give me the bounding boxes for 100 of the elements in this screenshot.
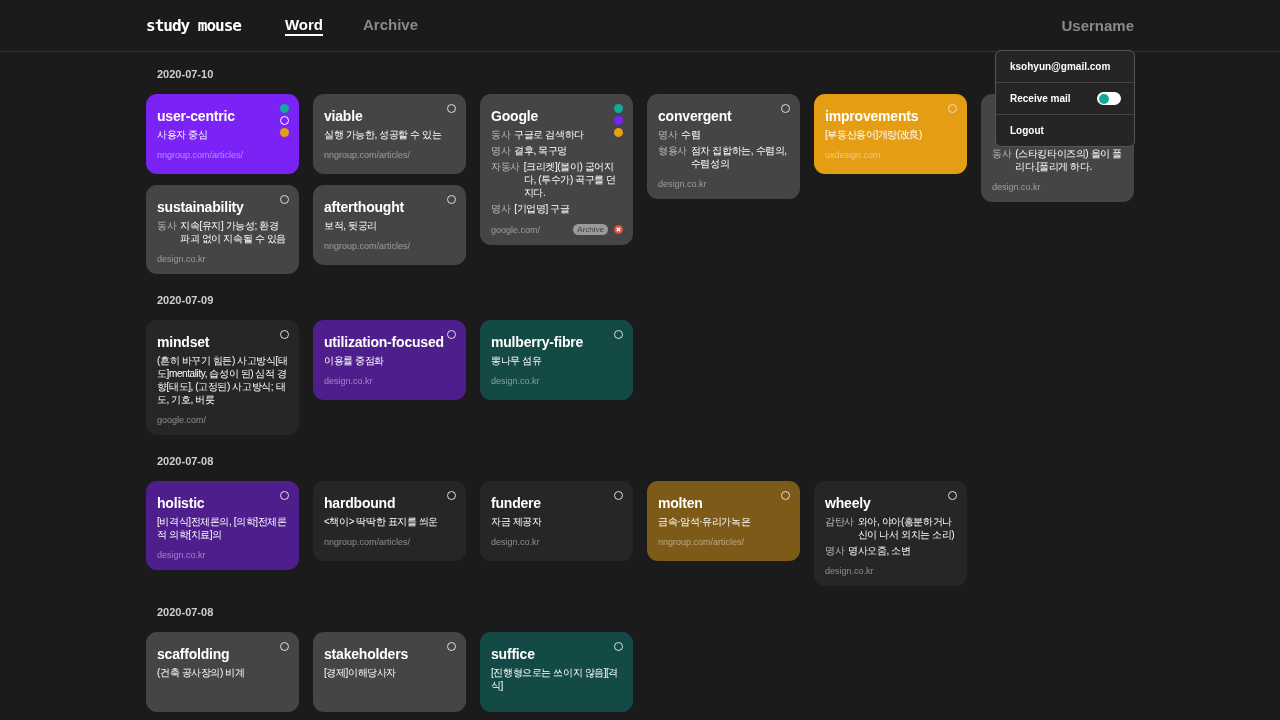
- word-card[interactable]: scaffolding (건축 공사장의) 비계: [146, 632, 299, 712]
- definition: 실행 가능한, 성공할 수 있는: [324, 128, 442, 141]
- definition: (건축 공사장의) 비계: [157, 666, 245, 679]
- part-of-speech: 감탄사: [825, 515, 854, 529]
- word-card[interactable]: hardbound <책이> 딱딱한 표지를 씌운 nngroup.com/articles/: [313, 481, 466, 561]
- source-link: nngroup.com/articles/: [324, 241, 411, 251]
- word-card[interactable]: viable 실행 가능한, 성공할 수 있는 nngroup.com/articles/: [313, 94, 466, 174]
- color-dot[interactable]: [614, 104, 623, 113]
- word-card[interactable]: convergent 명사 수렴 형용사 점차 집합하는, 수렴의, 수렴성의 design.co.kr: [647, 94, 800, 199]
- word-card[interactable]: wheely 감탄사 와아, 야아(흥분하거나 신이 나서 외치는 소리) 명사 명사오줌, 소변 design.co.kr: [814, 481, 967, 586]
- definition: [비격식]전체론의, [의학]전체론적 의학[치료]의: [157, 515, 288, 541]
- definition: [경제]이해당사자: [324, 666, 396, 679]
- definition: [크리켓](볼이) 굽어지다, (투수가) 곡구를 던지다.: [523, 160, 617, 199]
- definition: 점차 집합하는, 수렴의, 수렴성의: [690, 144, 788, 170]
- source-link: design.co.kr: [324, 376, 373, 386]
- part-of-speech: 자동사: [491, 160, 520, 174]
- source-link: design.co.kr: [157, 550, 206, 560]
- delete-icon[interactable]: [614, 225, 623, 234]
- logout-link[interactable]: Logout: [1010, 125, 1044, 136]
- definition: 이용률 중점화: [324, 354, 384, 367]
- word-title: stakeholders: [324, 646, 408, 662]
- word-title: mindset: [157, 334, 210, 350]
- word-title: hardbound: [324, 495, 396, 511]
- definition: 사용자 중심: [157, 128, 208, 141]
- color-dot[interactable]: [280, 116, 289, 125]
- source-link: design.co.kr: [491, 537, 540, 547]
- word-card[interactable]: suffice [진행형으로는 쓰이지 않음][격식]: [480, 632, 633, 712]
- word-card[interactable]: user-centric 사용자 중심 nngroup.com/articles/: [146, 94, 299, 174]
- receive-mail-toggle[interactable]: [1097, 92, 1121, 105]
- definition: 금속·암석·유리가녹은: [658, 515, 751, 528]
- definition: 와아, 야아(흥분하거나 신이 나서 외치는 소리): [857, 515, 956, 541]
- definition: 자금 제공자: [491, 515, 542, 528]
- definition: 명사오줌, 소변: [848, 544, 911, 557]
- word-card[interactable]: Google 동사 구글로 검색하다 명사 결후, 목구멍 자동사 [크리켓](볼이) 굽어지다, (투수가) 곡구를 던지다. 명사 [기업명] 구글 google.com/ Archive: [480, 94, 633, 245]
- color-dot[interactable]: [280, 104, 289, 113]
- user-email: ksohyun@gmail.com: [1010, 61, 1111, 72]
- word-title: Google: [491, 108, 539, 124]
- color-dot[interactable]: [614, 116, 623, 125]
- word-card[interactable]: mulberry-fibre 뽕나무 섬유 design.co.kr: [480, 320, 633, 400]
- source-link: google.com/: [157, 415, 207, 425]
- part-of-speech: 동사: [157, 219, 177, 233]
- definition: 결후, 목구멍: [514, 144, 567, 157]
- word-title: fundere: [491, 495, 541, 511]
- word-title: mulberry-fibre: [491, 334, 584, 350]
- date-heading: 2020-07-10: [157, 68, 215, 80]
- word-card[interactable]: holistic [비격식]전체론의, [의학]전체론적 의학[치료]의 design.co.kr: [146, 481, 299, 570]
- date-heading: 2020-07-08: [157, 606, 215, 618]
- source-link: nngroup.com/articles/: [324, 150, 411, 160]
- source-link: design.co.kr: [491, 376, 540, 386]
- word-title: convergent: [658, 108, 732, 124]
- definition: (스타킹타이즈의) 올이 풀리다.[풀리게 하다.: [1015, 147, 1123, 173]
- part-of-speech: 형용사: [658, 144, 687, 158]
- source-link: uxdesign.com: [825, 150, 881, 160]
- word-title: afterthought: [324, 199, 405, 215]
- source-link: design.co.kr: [992, 182, 1041, 192]
- definition: [진행형으로는 쓰이지 않음][격식]: [491, 666, 620, 692]
- part-of-speech: 명사: [825, 544, 845, 557]
- nav-tab[interactable]: Archive: [363, 15, 419, 36]
- definition: [기업명] 구글: [514, 202, 570, 215]
- word-title: viable: [324, 108, 363, 124]
- part-of-speech: 명사: [491, 202, 511, 215]
- source-link: nngroup.com/articles/: [324, 537, 411, 547]
- date-heading: 2020-07-09: [157, 294, 215, 306]
- word-title: suffice: [491, 646, 535, 662]
- color-dot[interactable]: [280, 128, 289, 137]
- definition: 구글로 검색하다: [514, 128, 584, 141]
- source-link: google.com/: [491, 224, 541, 235]
- word-title: user-centric: [157, 108, 235, 124]
- word-card[interactable]: afterthought 보적, 뒷궁리 nngroup.com/articles/: [313, 185, 466, 265]
- logo[interactable]: study mouse: [146, 16, 241, 35]
- word-card[interactable]: mindset (흔히 바꾸기 힘든) 사고방식[태도]mentality, 습성이 된) 심적 경향[태도], (고정된) 사고방식; 태도, 기호, 버릇 google.com/: [146, 320, 299, 435]
- part-of-speech: 명사: [658, 128, 678, 141]
- color-dot[interactable]: [614, 128, 623, 137]
- definition: 뽕나무 섬유: [491, 354, 542, 367]
- username[interactable]: Username: [1061, 17, 1134, 34]
- word-card[interactable]: utilization-focused 이용률 중점화 design.co.kr: [313, 320, 466, 400]
- definition: [부동산용어]개량(改良): [825, 128, 923, 141]
- source-link: nngroup.com/articles/: [658, 537, 745, 547]
- source-link: design.co.kr: [658, 179, 707, 189]
- definition: 수렴: [681, 128, 701, 141]
- word-title: improvements: [825, 108, 919, 124]
- source-link: nngroup.com/articles/: [157, 150, 244, 160]
- date-heading: 2020-07-08: [157, 455, 215, 467]
- part-of-speech: 동사: [491, 128, 511, 141]
- source-link: design.co.kr: [825, 566, 874, 576]
- word-title: wheely: [825, 495, 871, 511]
- receive-mail-label: Receive mail: [1010, 93, 1071, 104]
- word-card[interactable]: fundere 자금 제공자 design.co.kr: [480, 481, 633, 561]
- part-of-speech: 동사: [992, 147, 1012, 161]
- word-card[interactable]: sustainability 동사 지속[유지] 가능성; 환경 파괴 없이 지속될 수 있음 design.co.kr: [146, 185, 299, 274]
- part-of-speech: 명사: [491, 144, 511, 157]
- nav-tab[interactable]: Word: [284, 15, 324, 36]
- word-title: holistic: [157, 495, 205, 511]
- definition: (흔히 바꾸기 힘든) 사고방식[태도]mentality, 습성이 된) 심적 경향[태도], (고정된) 사고방식; 태도, 기호, 버릇: [157, 354, 289, 406]
- archive-tag[interactable]: Archive: [573, 224, 608, 235]
- word-card[interactable]: molten 금속·암석·유리가녹은 nngroup.com/articles/: [647, 481, 800, 561]
- word-title: scaffolding: [157, 646, 230, 662]
- word-title: sustainability: [157, 199, 244, 215]
- word-card[interactable]: stakeholders [경제]이해당사자: [313, 632, 466, 712]
- word-title: utilization-focused: [324, 334, 444, 350]
